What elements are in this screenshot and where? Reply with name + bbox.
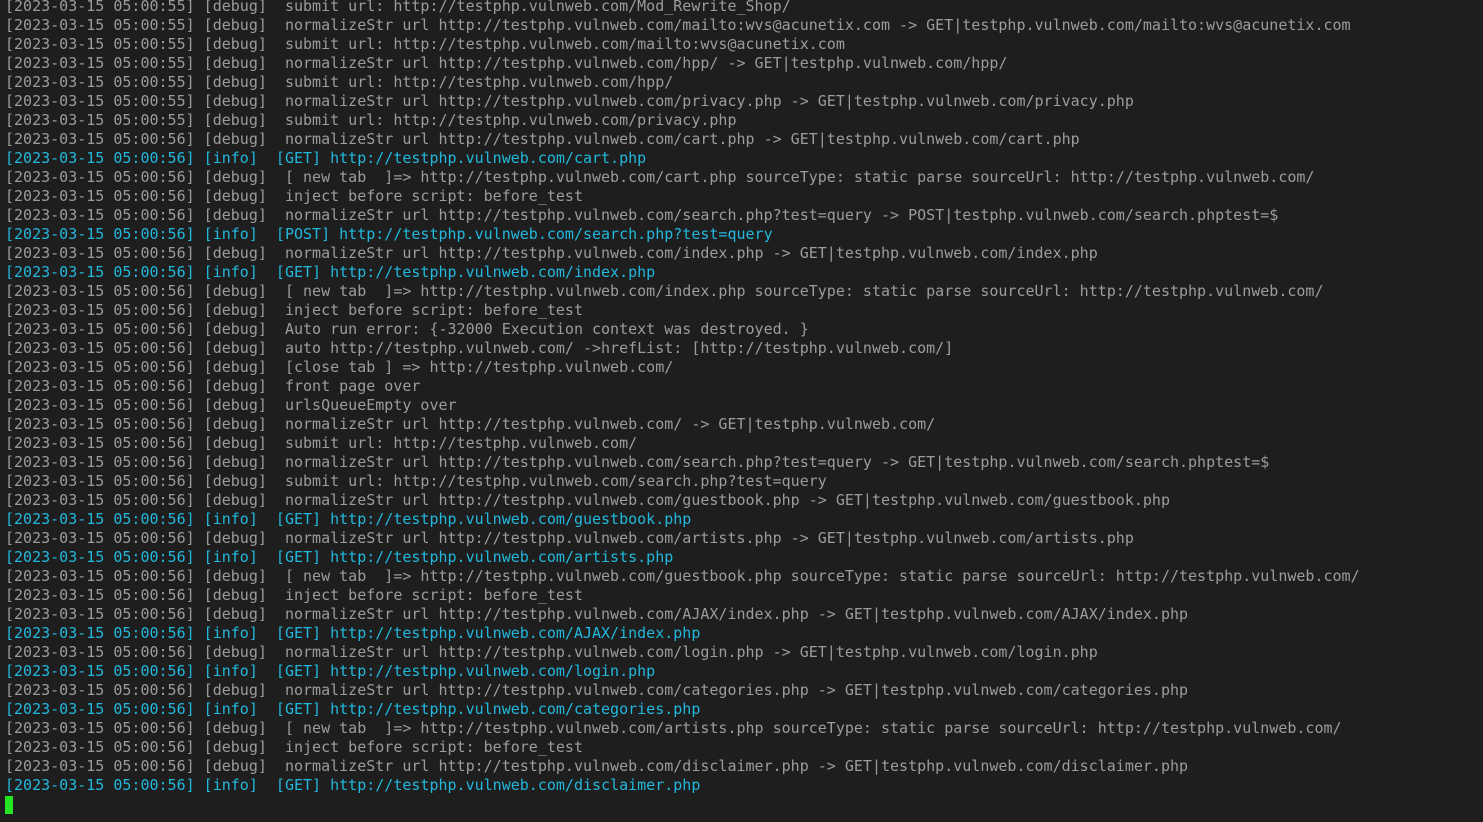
log-line-debug: [2023-03-15 05:00:56] [debug] submit url… — [5, 472, 827, 490]
log-line-debug: [2023-03-15 05:00:55] [debug] normalizeS… — [5, 54, 1008, 72]
log-line-debug: [2023-03-15 05:00:56] [debug] urlsQueueE… — [5, 396, 457, 414]
log-line-debug: [2023-03-15 05:00:56] [debug] normalizeS… — [5, 130, 1080, 148]
log-line-debug: [2023-03-15 05:00:56] [debug] submit url… — [5, 434, 638, 452]
log-line-debug: [2023-03-15 05:00:56] [debug] [close tab… — [5, 358, 674, 376]
log-line-debug: [2023-03-15 05:00:56] [debug] normalizeS… — [5, 529, 1134, 547]
log-line-debug: [2023-03-15 05:00:55] [debug] submit url… — [5, 73, 674, 91]
log-line-info: [2023-03-15 05:00:56] [info] [GET] http:… — [5, 662, 656, 680]
log-line-debug: [2023-03-15 05:00:56] [debug] [ new tab … — [5, 282, 1324, 300]
log-line-debug: [2023-03-15 05:00:56] [debug] auto http:… — [5, 339, 954, 357]
log-line-info: [2023-03-15 05:00:56] [info] [GET] http:… — [5, 548, 674, 566]
log-line-debug: [2023-03-15 05:00:55] [debug] normalizeS… — [5, 16, 1351, 34]
log-line-debug: [2023-03-15 05:00:56] [debug] inject bef… — [5, 586, 583, 604]
log-line-debug: [2023-03-15 05:00:56] [debug] normalizeS… — [5, 491, 1170, 509]
log-line-debug: [2023-03-15 05:00:56] [debug] normalizeS… — [5, 453, 1270, 471]
log-line-info: [2023-03-15 05:00:56] [info] [GET] http:… — [5, 776, 701, 794]
log-line-debug: [2023-03-15 05:00:55] [debug] submit url… — [5, 35, 845, 53]
log-line-info: [2023-03-15 05:00:56] [info] [GET] http:… — [5, 263, 656, 281]
log-line-debug: [2023-03-15 05:00:56] [debug] [ new tab … — [5, 168, 1315, 186]
log-line-debug: [2023-03-15 05:00:55] [debug] submit url… — [5, 0, 791, 15]
log-line-debug: [2023-03-15 05:00:56] [debug] normalizeS… — [5, 415, 936, 433]
log-line-debug: [2023-03-15 05:00:56] [debug] normalizeS… — [5, 681, 1189, 699]
log-line-debug: [2023-03-15 05:00:56] [debug] Auto run e… — [5, 320, 809, 338]
log-line-debug: [2023-03-15 05:00:55] [debug] submit url… — [5, 111, 737, 129]
terminal-cursor — [5, 796, 13, 814]
log-line-debug: [2023-03-15 05:00:56] [debug] inject bef… — [5, 301, 583, 319]
log-line-debug: [2023-03-15 05:00:55] [debug] normalizeS… — [5, 92, 1134, 110]
log-line-debug: [2023-03-15 05:00:56] [debug] [ new tab … — [5, 719, 1342, 737]
log-line-info: [2023-03-15 05:00:56] [info] [GET] http:… — [5, 624, 701, 642]
log-line-info: [2023-03-15 05:00:56] [info] [GET] http:… — [5, 510, 692, 528]
terminal-window[interactable]: [2023-03-15 05:00:55] [debug] submit url… — [0, 0, 1483, 822]
log-line-info: [2023-03-15 05:00:56] [info] [GET] http:… — [5, 149, 647, 167]
log-line-info: [2023-03-15 05:00:56] [info] [POST] http… — [5, 225, 773, 243]
log-line-debug: [2023-03-15 05:00:56] [debug] normalizeS… — [5, 757, 1189, 775]
log-line-debug: [2023-03-15 05:00:56] [debug] normalizeS… — [5, 643, 1098, 661]
log-line-debug: [2023-03-15 05:00:56] [debug] inject bef… — [5, 738, 583, 756]
log-line-debug: [2023-03-15 05:00:56] [debug] inject bef… — [5, 187, 583, 205]
log-line-info: [2023-03-15 05:00:56] [info] [GET] http:… — [5, 700, 701, 718]
log-line-debug: [2023-03-15 05:00:56] [debug] normalizeS… — [5, 244, 1098, 262]
prompt-line[interactable] — [5, 795, 1360, 814]
log-line-debug: [2023-03-15 05:00:56] [debug] normalizeS… — [5, 605, 1189, 623]
log-line-debug: [2023-03-15 05:00:56] [debug] front page… — [5, 377, 421, 395]
terminal-output: [2023-03-15 05:00:55] [debug] submit url… — [5, 0, 1360, 814]
log-line-debug: [2023-03-15 05:00:56] [debug] [ new tab … — [5, 567, 1360, 585]
log-line-debug: [2023-03-15 05:00:56] [debug] normalizeS… — [5, 206, 1279, 224]
